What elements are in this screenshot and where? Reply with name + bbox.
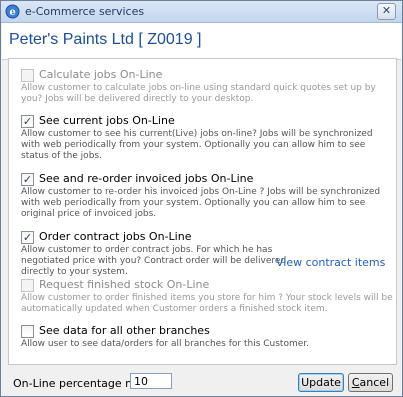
customer-header: Peter's Paints Ltd [ Z0019 ] xyxy=(2,23,401,60)
option-label: See current jobs On-Line xyxy=(39,114,175,127)
checkbox-all-branches[interactable] xyxy=(21,325,34,338)
checkbox-finished-stock[interactable] xyxy=(21,279,34,292)
dialog-window: e e-Commerce services ✕ Peter's Paints L… xyxy=(0,0,403,397)
window-title: e-Commerce services xyxy=(25,5,145,18)
update-button[interactable]: Update xyxy=(298,373,344,392)
option-description: Allow customer to order finished items y… xyxy=(21,293,393,314)
option-description: Allow user to see data/orders for all br… xyxy=(21,339,310,349)
option-label: Order contract jobs On-Line xyxy=(39,230,192,243)
ecommerce-app-icon: e xyxy=(5,4,20,19)
checkbox-reorder-invoiced[interactable]: ✓ xyxy=(21,173,34,186)
option-label: See data for all other branches xyxy=(39,324,210,337)
option-description: Allow customer to calculate jobs on-line… xyxy=(21,83,376,104)
customer-title: Peter's Paints Ltd [ Z0019 ] xyxy=(9,31,202,48)
close-button[interactable]: ✕ xyxy=(377,3,396,20)
option-label: See and re-order invoiced jobs On-Line xyxy=(39,172,254,185)
option-label: Request finished stock On-Line xyxy=(39,278,210,291)
option-description: Allow customer to re-order his invoiced … xyxy=(21,187,381,219)
markup-percentage-input[interactable] xyxy=(130,373,172,389)
svg-text:e: e xyxy=(9,7,15,18)
checkbox-calculate-jobs[interactable] xyxy=(21,69,34,82)
cancel-button[interactable]: Cancel xyxy=(348,373,393,392)
checkbox-current-jobs[interactable]: ✓ xyxy=(21,115,34,128)
option-label: Calculate jobs On-Line xyxy=(39,68,163,81)
option-description: Allow customer to see his current(Live) … xyxy=(21,129,373,161)
options-panel: Calculate jobs On-Line Allow customer to… xyxy=(8,58,397,365)
title-bar[interactable]: e e-Commerce services ✕ xyxy=(1,1,402,23)
close-icon: ✕ xyxy=(381,4,392,17)
checkbox-contract-jobs[interactable]: ✓ xyxy=(21,231,34,244)
view-contract-items-link[interactable]: View contract items xyxy=(276,256,385,269)
